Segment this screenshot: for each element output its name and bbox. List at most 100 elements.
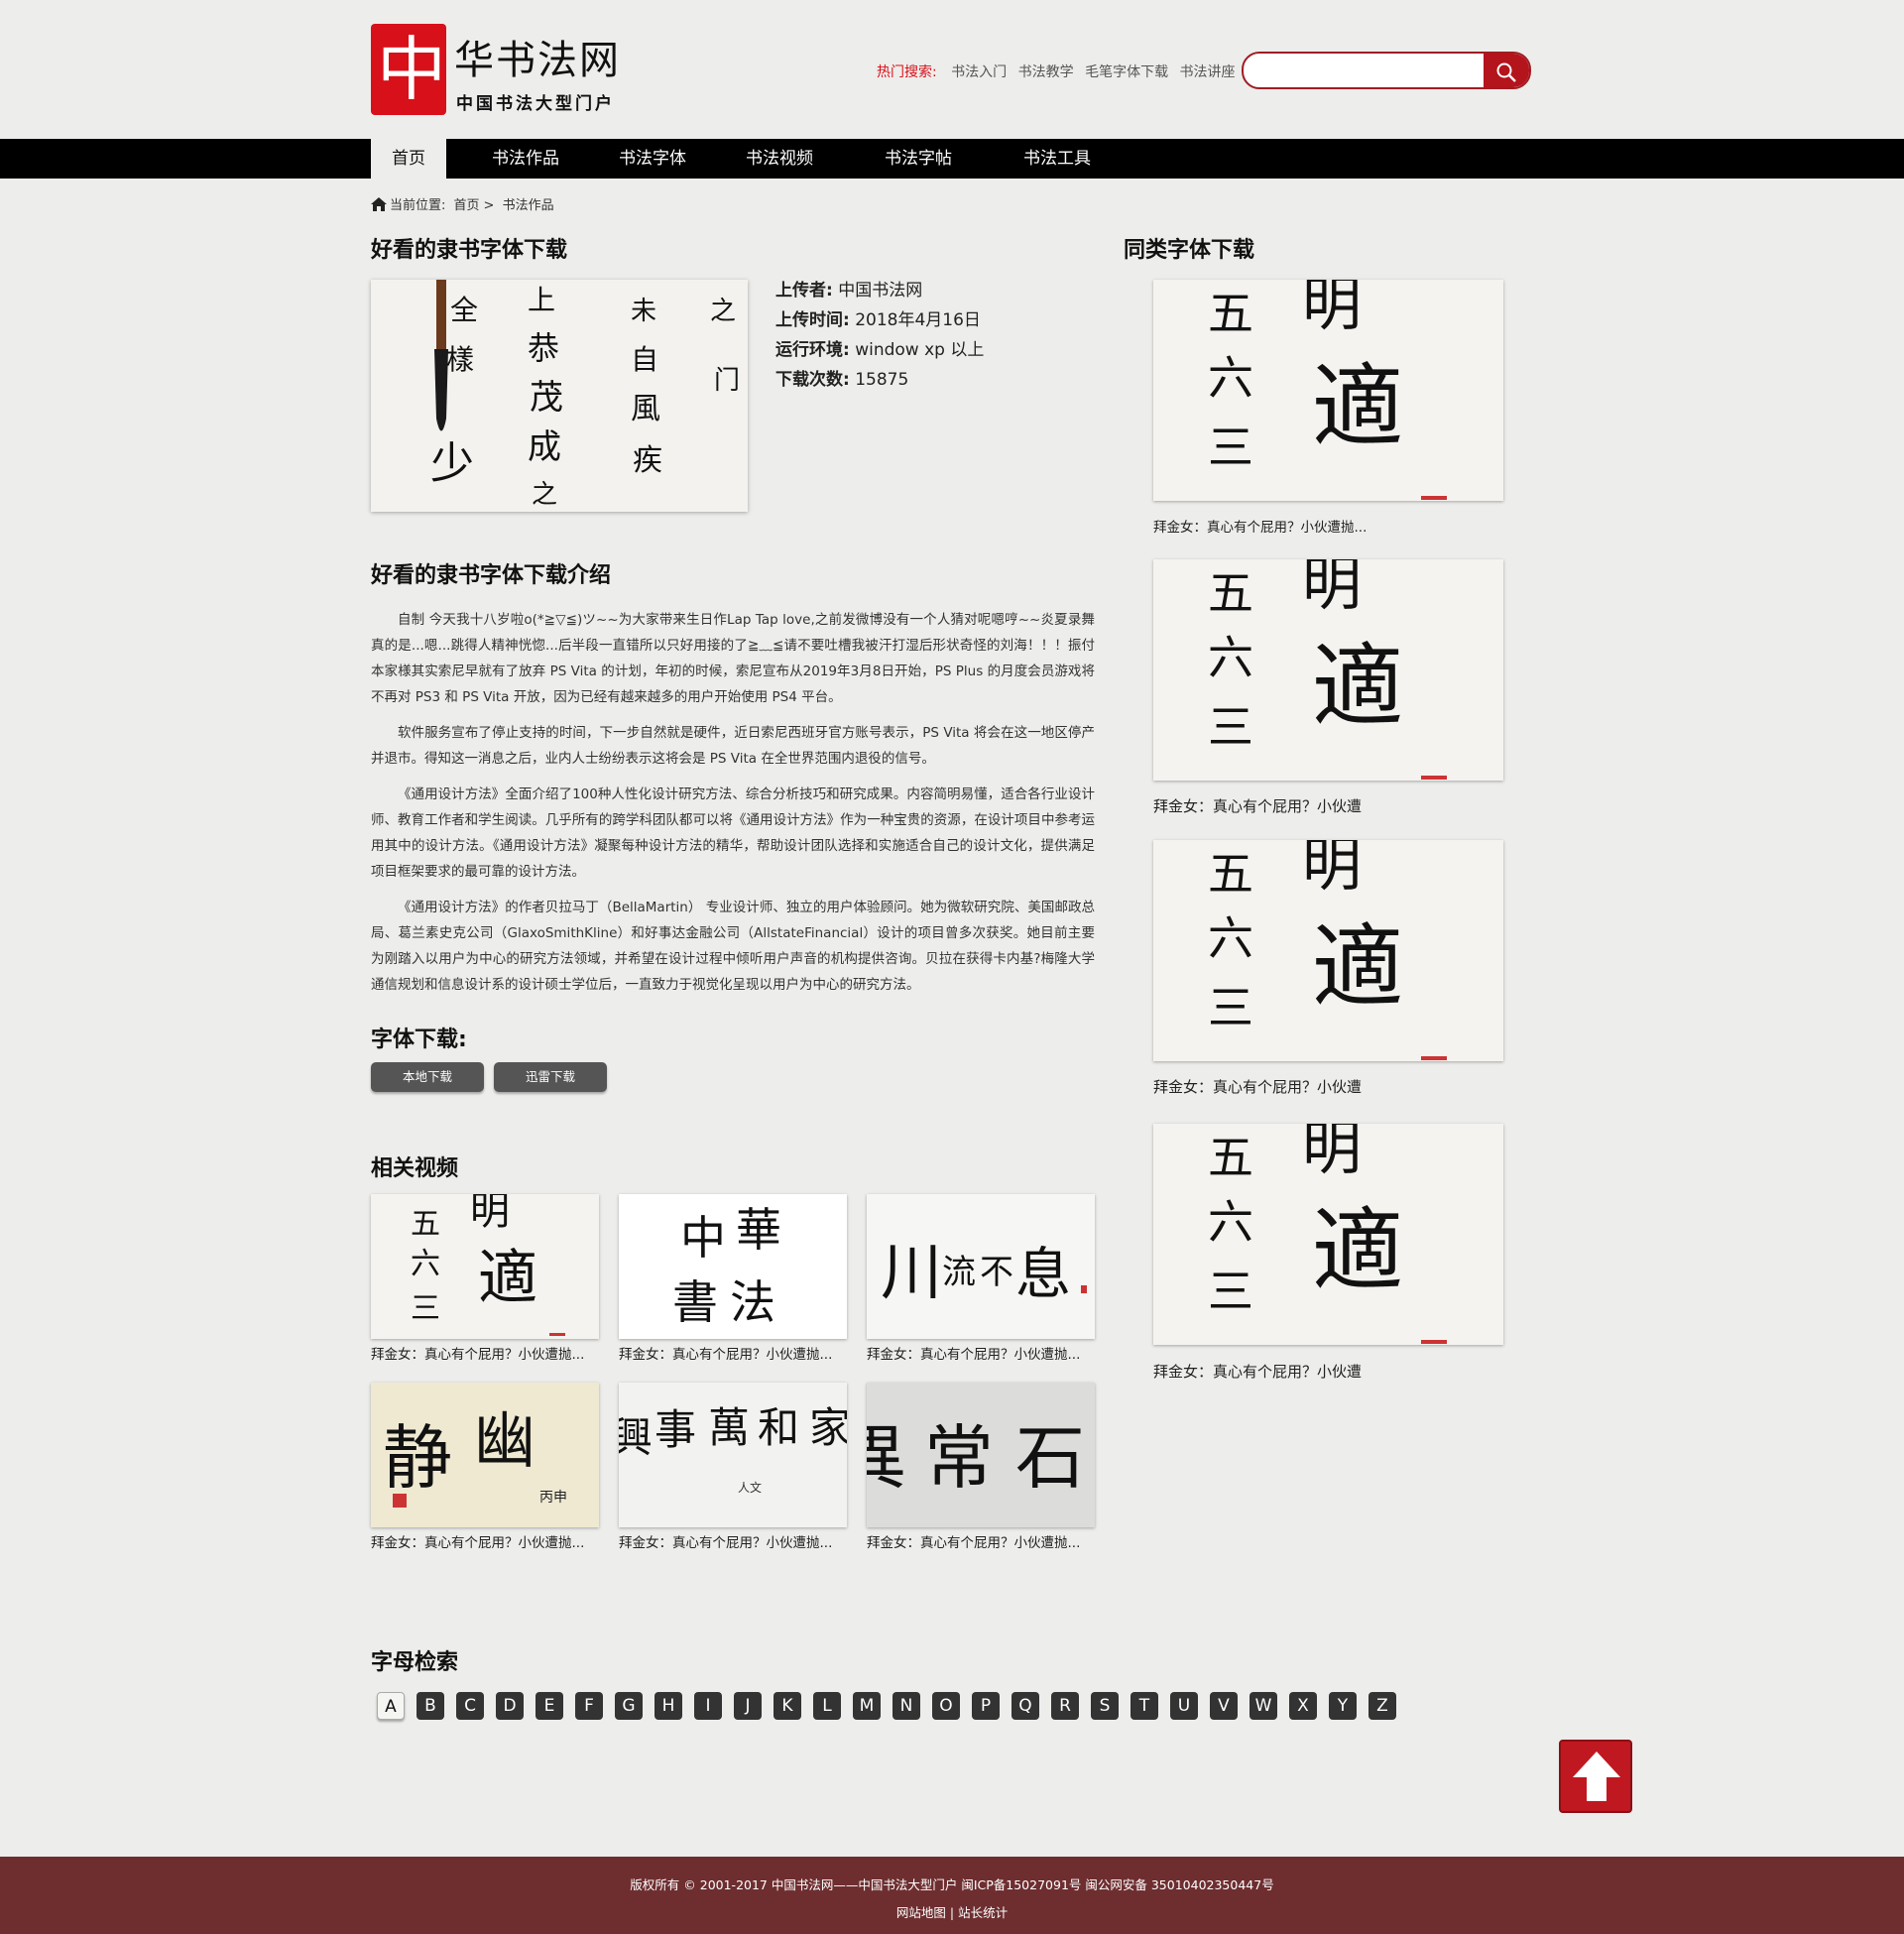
- nav-item-works[interactable]: 书法作品: [478, 139, 573, 179]
- svg-text:五: 五: [411, 1207, 440, 1242]
- search-button[interactable]: [1484, 54, 1529, 87]
- sidebar-caption[interactable]: 拜金女：真心有个屁用？小伙遭抛...: [1153, 516, 1367, 536]
- svg-text:常: 常: [924, 1417, 994, 1499]
- letter-button-v[interactable]: V: [1210, 1692, 1238, 1720]
- related-thumb[interactable]: 川流不息: [867, 1194, 1095, 1339]
- related-thumb[interactable]: 中華書法: [619, 1194, 847, 1339]
- related-caption[interactable]: 拜金女：真心有个屁用？小伙遭抛...: [371, 1531, 584, 1551]
- info-count-label: 下载次数:: [775, 370, 850, 390]
- letter-button-k[interactable]: K: [774, 1692, 801, 1720]
- letter-button-i[interactable]: I: [694, 1692, 722, 1720]
- letter-button-h[interactable]: H: [654, 1692, 682, 1720]
- back-to-top-button[interactable]: [1559, 1740, 1632, 1813]
- related-caption[interactable]: 拜金女：真心有个屁用？小伙遭抛...: [867, 1531, 1080, 1551]
- svg-text:明: 明: [1302, 559, 1362, 619]
- article-image: 全 樣 少 上 恭 茂 成 之 未 自 風 疾 之 门: [371, 280, 748, 512]
- related-thumb[interactable]: 静幽丙申: [371, 1383, 599, 1527]
- svg-text:丙申: 丙申: [539, 1490, 567, 1506]
- related-thumb[interactable]: 五六三 明適: [371, 1194, 599, 1339]
- svg-text:中: 中: [680, 1211, 726, 1265]
- svg-text:五: 五: [1208, 1131, 1253, 1184]
- sidebar-thumb[interactable]: 五六三 明適: [1153, 840, 1503, 1061]
- letter-button-o[interactable]: O: [932, 1692, 960, 1720]
- letter-button-l[interactable]: L: [813, 1692, 841, 1720]
- intro-paragraph: 自制 今天我十八岁啦o(*≧▽≦)ツ~~为大家带来生日作Lap Tap love…: [371, 612, 1095, 705]
- related-caption[interactable]: 拜金女：真心有个屁用？小伙遭抛...: [371, 1343, 584, 1363]
- letter-button-u[interactable]: U: [1170, 1692, 1198, 1720]
- intro-paragraph: 《通用设计方法》全面介绍了100种人性化设计研究方法、综合分析技巧和研究成果。内…: [371, 786, 1095, 880]
- search-box: [1242, 52, 1531, 89]
- svg-text:不: 不: [980, 1253, 1013, 1292]
- hot-keyword-link[interactable]: 书法讲座: [1180, 64, 1236, 80]
- letter-button-e[interactable]: E: [536, 1692, 563, 1720]
- local-download-button[interactable]: 本地下载: [371, 1062, 484, 1092]
- home-icon: [371, 197, 387, 211]
- letter-button-r[interactable]: R: [1051, 1692, 1079, 1720]
- letter-button-z[interactable]: Z: [1368, 1692, 1396, 1720]
- letter-button-c[interactable]: C: [456, 1692, 484, 1720]
- sitemap-link[interactable]: 网站地图: [896, 1905, 946, 1920]
- svg-text:樣: 樣: [446, 343, 474, 376]
- footer-links: 网站地图 | 站长统计: [0, 1902, 1904, 1921]
- letter-button-f[interactable]: F: [575, 1692, 603, 1720]
- info-env-value: window xp 以上: [855, 340, 985, 360]
- info-uploader: 上传者: 中国书法网: [775, 276, 984, 305]
- breadcrumb-home[interactable]: 首页: [454, 198, 480, 213]
- related-caption[interactable]: 拜金女：真心有个屁用？小伙遭抛...: [619, 1343, 832, 1363]
- nav-item-videos[interactable]: 书法视频: [732, 139, 827, 179]
- svg-text:茂: 茂: [530, 378, 563, 418]
- svg-text:川: 川: [881, 1236, 942, 1308]
- breadcrumb-current[interactable]: 书法作品: [503, 198, 554, 213]
- nav-item-home[interactable]: 首页: [371, 139, 446, 179]
- svg-text:成: 成: [528, 427, 561, 467]
- letter-button-t[interactable]: T: [1130, 1692, 1158, 1720]
- letter-button-j[interactable]: J: [734, 1692, 762, 1720]
- xunlei-download-button[interactable]: 迅雷下载: [494, 1062, 607, 1092]
- sidebar-caption[interactable]: 拜金女：真心有个屁用？小伙遭: [1153, 1076, 1362, 1097]
- letter-button-b[interactable]: B: [416, 1692, 444, 1720]
- letter-button-s[interactable]: S: [1091, 1692, 1119, 1720]
- sidebar-caption[interactable]: 拜金女：真心有个屁用？小伙遭: [1153, 1361, 1362, 1382]
- info-env-label: 运行环境:: [775, 340, 850, 360]
- letter-button-g[interactable]: G: [615, 1692, 643, 1720]
- related-caption[interactable]: 拜金女：真心有个屁用？小伙遭抛...: [867, 1343, 1080, 1363]
- hot-keyword-link[interactable]: 书法入门: [951, 64, 1007, 80]
- svg-text:之: 之: [710, 297, 736, 326]
- letter-button-m[interactable]: M: [853, 1692, 881, 1720]
- svg-text:六: 六: [1208, 351, 1253, 405]
- letter-button-y[interactable]: Y: [1329, 1692, 1357, 1720]
- info-env: 运行环境: window xp 以上: [775, 335, 984, 365]
- svg-text:之: 之: [532, 480, 557, 510]
- letter-button-d[interactable]: D: [496, 1692, 524, 1720]
- sidebar-caption[interactable]: 拜金女：真心有个屁用？小伙遭: [1153, 795, 1362, 816]
- sidebar-thumb[interactable]: 五六三 明適: [1153, 559, 1503, 781]
- letter-button-w[interactable]: W: [1250, 1692, 1277, 1720]
- letter-button-n[interactable]: N: [892, 1692, 920, 1720]
- svg-text:恭: 恭: [528, 329, 559, 367]
- related-thumb[interactable]: 興事萬和家人文: [619, 1383, 847, 1527]
- site-logo[interactable]: 中 华书法网 中国书法大型门户: [371, 24, 619, 115]
- related-thumb[interactable]: 異常石: [867, 1383, 1095, 1527]
- letter-button-q[interactable]: Q: [1012, 1692, 1039, 1720]
- info-time-label: 上传时间:: [775, 310, 850, 330]
- site-footer: 版权所有 © 2001-2017 中国书法网——中国书法大型门户 闽ICP备15…: [0, 1857, 1904, 1934]
- letter-button-x[interactable]: X: [1289, 1692, 1317, 1720]
- svg-text:六: 六: [411, 1247, 440, 1281]
- hot-search-label: 热门搜索:: [877, 64, 937, 80]
- related-caption[interactable]: 拜金女：真心有个屁用？小伙遭抛...: [619, 1531, 832, 1551]
- letter-button-p[interactable]: P: [972, 1692, 1000, 1720]
- search-input[interactable]: [1257, 61, 1476, 81]
- sidebar-thumb[interactable]: 五六三 明適: [1153, 1124, 1503, 1345]
- sidebar-title: 同类字体下载: [1124, 238, 1255, 263]
- hot-keyword-link[interactable]: 毛笔字体下载: [1085, 64, 1168, 80]
- hot-keyword-link[interactable]: 书法教学: [1018, 64, 1074, 80]
- letter-button-a[interactable]: A: [377, 1692, 405, 1720]
- sidebar-thumb[interactable]: 五六三 明適: [1153, 280, 1503, 501]
- nav-item-fonts[interactable]: 书法字体: [605, 139, 700, 179]
- nav-item-copybooks[interactable]: 书法字帖: [871, 139, 966, 179]
- stats-link[interactable]: 站长统计: [958, 1905, 1008, 1920]
- svg-text:五: 五: [1208, 287, 1253, 340]
- nav-item-tools[interactable]: 书法工具: [1010, 139, 1105, 179]
- calligraphy-brush-image: 全 樣 少 上 恭 茂 成 之 未 自 風 疾 之 门: [371, 280, 748, 512]
- intro-paragraph: 《通用设计方法》的作者贝拉马丁（BellaMartin） 专业设计师、独立的用户…: [371, 900, 1095, 993]
